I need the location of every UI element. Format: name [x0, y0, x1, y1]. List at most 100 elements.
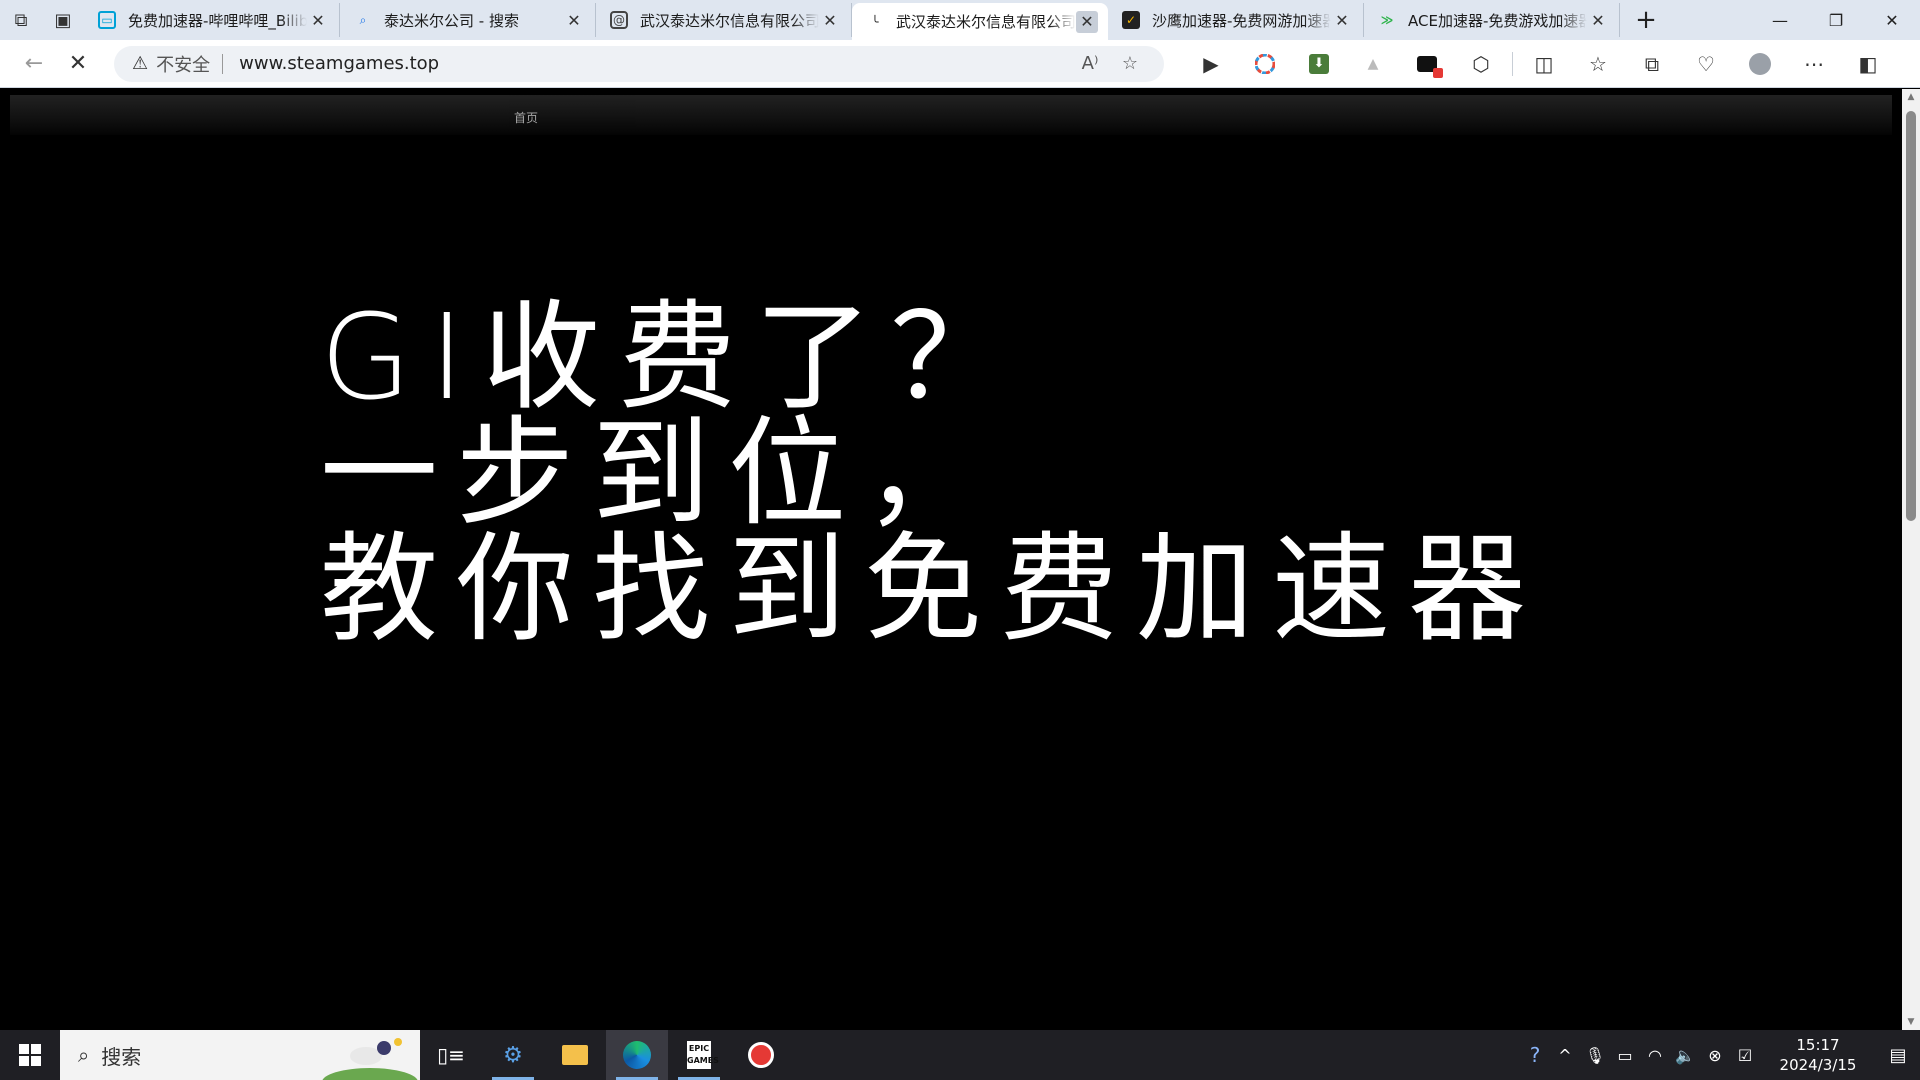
collections-icon[interactable]: ⧉ — [1625, 44, 1679, 84]
tab-search[interactable]: ⌕ 泰达米尔公司 - 搜索 ✕ — [340, 3, 596, 37]
bing-search-icon: ⌕ — [359, 12, 367, 27]
close-tab-icon[interactable]: ✕ — [1076, 10, 1098, 33]
taskbar-app-edge[interactable] — [606, 1030, 668, 1080]
favorites-icon[interactable]: ☆ — [1571, 44, 1625, 84]
search-highlight-illustration — [322, 1038, 418, 1080]
tab-title: ACE加速器-免费游戏加速器 — [1408, 11, 1587, 30]
divider — [222, 53, 224, 74]
close-circle-icon[interactable]: ⊗ — [1700, 1046, 1730, 1065]
tab-actions-icon[interactable]: ▣ — [42, 0, 84, 40]
task-view-icon: ▯≡ — [437, 1043, 465, 1067]
epic-games-icon: EPIC GAMES — [687, 1041, 719, 1069]
security-label[interactable]: 不安全 — [156, 51, 210, 77]
tab-title: 武汉泰达米尔信息有限公司 — [896, 13, 1076, 31]
minimize-icon[interactable]: — — [1752, 0, 1808, 40]
battery-icon[interactable]: ▭ — [1610, 1046, 1640, 1065]
search-placeholder: 搜索 — [101, 1044, 142, 1069]
media-extension-icon[interactable] — [1400, 44, 1454, 84]
web-icon: @ — [610, 11, 628, 29]
notification-center-icon[interactable]: ▤ — [1876, 1045, 1920, 1066]
color-wheel-extension-icon[interactable] — [1238, 44, 1292, 84]
site-header-strip: 首页 — [10, 95, 1892, 135]
windows-taskbar: ⌕ 搜索 ▯≡ ⚙ EPIC GAMES ? ^ 🎙 ▭ ◠ 🔈 ⊗ ☑ 15:… — [0, 1030, 1920, 1080]
window-controls: — ❐ ✕ — [1752, 0, 1920, 40]
tab-title: 免费加速器-哔哩哔哩_Bilibili — [128, 11, 307, 30]
tab-title: 武汉泰达米尔信息有限公司 — [640, 11, 819, 30]
tab-company-1[interactable]: @ 武汉泰达米尔信息有限公司 ✕ — [596, 3, 852, 37]
loading-icon: ╰ — [871, 14, 879, 29]
back-arrow-icon[interactable]: ← — [12, 44, 56, 84]
play-extension-icon[interactable]: ▶ — [1184, 44, 1238, 84]
record-icon — [748, 1042, 774, 1068]
folder-icon — [562, 1045, 588, 1065]
tab-title: 泰达米尔公司 - 搜索 — [384, 11, 519, 30]
tab-title: 沙鹰加速器-免费网游加速器 — [1152, 11, 1331, 30]
url-text[interactable]: www.steamgames.top — [239, 53, 1070, 74]
tab-company-2[interactable]: ╰ 武汉泰达米尔信息有限公司 ✕ — [852, 3, 1108, 40]
microphone-icon[interactable]: 🎙 — [1580, 1046, 1610, 1065]
page-scrollbar[interactable]: ▲ ▼ — [1902, 89, 1920, 1030]
close-tab-icon[interactable]: ✕ — [1331, 9, 1353, 31]
search-icon: ⌕ — [78, 1043, 90, 1067]
tab-ace[interactable]: ≫ ACE加速器-免费游戏加速器 ✕ — [1364, 3, 1620, 37]
triangle-extension-icon[interactable]: ▲ — [1346, 44, 1400, 84]
taskbar-app-settings[interactable]: ⚙ — [482, 1030, 544, 1080]
close-tab-icon[interactable]: ✕ — [819, 9, 841, 31]
volume-icon[interactable]: 🔈 — [1670, 1046, 1700, 1065]
wifi-icon[interactable]: ◠ — [1640, 1046, 1670, 1065]
taskbar-search-box[interactable]: ⌕ 搜索 — [60, 1030, 420, 1080]
sidebar-toggle-icon[interactable]: ◧ — [1841, 44, 1895, 84]
navigation-toolbar: ← ✕ ⚠ 不安全 www.steamgames.top A⁾ ☆ ▶ ⬇ ▲ … — [0, 40, 1920, 88]
profile-avatar-icon[interactable] — [1733, 44, 1787, 84]
close-window-icon[interactable]: ✕ — [1864, 0, 1920, 40]
checkbox-icon[interactable]: ☑ — [1730, 1046, 1760, 1065]
eagle-icon: ✓ — [1122, 11, 1140, 29]
scroll-thumb[interactable] — [1906, 111, 1916, 521]
system-tray: ? ^ 🎙 ▭ ◠ 🔈 ⊗ ☑ 15:17 2024/3/15 ▤ — [1520, 1030, 1920, 1080]
task-view-button[interactable]: ▯≡ — [420, 1030, 482, 1080]
taskbar-app-explorer[interactable] — [544, 1030, 606, 1080]
new-tab-button[interactable]: + — [1624, 0, 1668, 40]
restore-icon[interactable]: ❐ — [1808, 0, 1864, 40]
divider — [1512, 51, 1513, 76]
more-menu-icon[interactable]: ⋯ — [1787, 44, 1841, 84]
close-tab-icon[interactable]: ✕ — [307, 9, 329, 31]
windows-logo-icon — [19, 1044, 41, 1066]
gear-app-icon: ⚙ — [503, 1042, 523, 1068]
tab-shaying[interactable]: ✓ 沙鹰加速器-免费网游加速器 ✕ — [1108, 3, 1364, 37]
favorite-star-icon[interactable]: ☆ — [1110, 53, 1150, 74]
page-viewport: 首页 GI收费了？ 一步到位， 教你找到免费加速器 — [0, 89, 1902, 1030]
start-button[interactable] — [0, 1030, 60, 1080]
ace-icon: ≫ — [1380, 13, 1394, 27]
download-extension-icon[interactable]: ⬇ — [1292, 44, 1346, 84]
scroll-down-icon[interactable]: ▼ — [1902, 1014, 1920, 1030]
clock-time: 15:17 — [1796, 1036, 1840, 1054]
close-tab-icon[interactable]: ✕ — [1587, 9, 1609, 31]
tab-bilibili[interactable]: ▭ 免费加速器-哔哩哔哩_Bilibili ✕ — [84, 3, 340, 37]
read-aloud-icon[interactable]: A⁾ — [1070, 53, 1110, 74]
overlay-line-2: 一步到位， — [320, 404, 1001, 542]
address-bar[interactable]: ⚠ 不安全 www.steamgames.top A⁾ ☆ — [114, 45, 1164, 82]
split-screen-icon[interactable]: ◫ — [1517, 44, 1571, 84]
warning-icon[interactable]: ⚠ — [132, 53, 148, 74]
clock-date: 2024/3/15 — [1779, 1056, 1857, 1074]
workspaces-icon[interactable]: ⧉ — [0, 0, 42, 40]
taskbar-clock[interactable]: 15:17 2024/3/15 — [1770, 1035, 1866, 1075]
scroll-up-icon[interactable]: ▲ — [1902, 89, 1920, 105]
video-overlay-text: GI收费了？ 一步到位， 教你找到免费加速器 — [320, 288, 1545, 658]
overlay-line-3: 教你找到免费加速器 — [320, 520, 1545, 658]
stop-loading-icon[interactable]: ✕ — [56, 44, 100, 84]
chevron-up-icon[interactable]: ^ — [1550, 1046, 1580, 1065]
help-icon[interactable]: ? — [1520, 1043, 1550, 1067]
bilibili-icon: ▭ — [98, 11, 116, 29]
edge-icon — [623, 1041, 651, 1069]
taskbar-app-recorder[interactable] — [730, 1030, 792, 1080]
browser-essentials-icon[interactable]: ♡ — [1679, 44, 1733, 84]
overlay-line-1: GI收费了？ — [320, 288, 1027, 426]
tab-strip: ⧉ ▣ ▭ 免费加速器-哔哩哔哩_Bilibili ✕ ⌕ 泰达米尔公司 - 搜… — [0, 0, 1920, 40]
taskbar-app-epic[interactable]: EPIC GAMES — [668, 1030, 730, 1080]
tab-list: ▭ 免费加速器-哔哩哔哩_Bilibili ✕ ⌕ 泰达米尔公司 - 搜索 ✕ … — [84, 0, 1620, 40]
extensions-puzzle-icon[interactable]: ⬡ — [1454, 44, 1508, 84]
close-tab-icon[interactable]: ✕ — [563, 9, 585, 31]
nav-home-link[interactable]: 首页 — [514, 109, 538, 126]
